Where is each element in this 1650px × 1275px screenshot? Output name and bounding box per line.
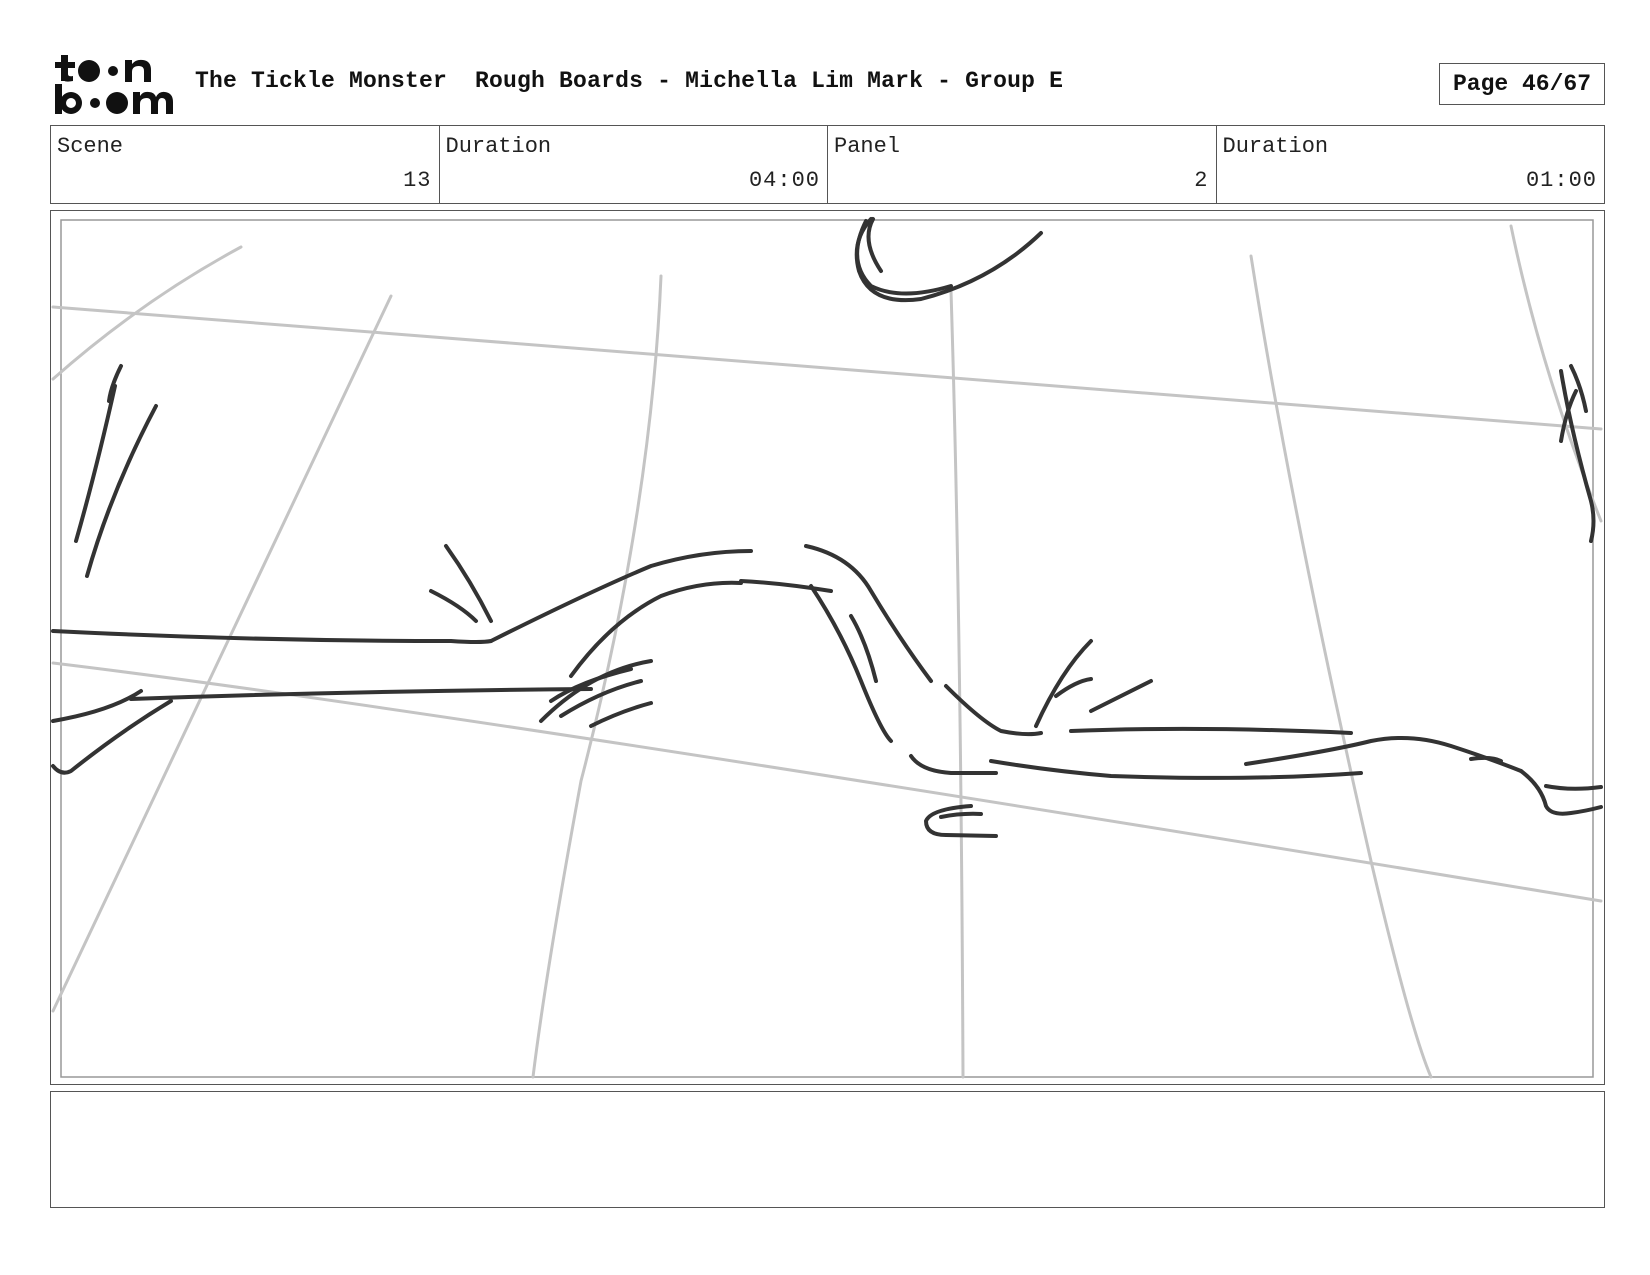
toon-boom-logo xyxy=(55,55,173,114)
scene-duration-cell: Duration 04:00 xyxy=(438,126,828,203)
panel-duration-label: Duration xyxy=(1222,134,1329,159)
panel-label: Panel xyxy=(834,134,901,159)
rough-sketch-lines xyxy=(51,217,1603,838)
panel-value: 2 xyxy=(1194,168,1209,193)
scene-duration-label: Duration xyxy=(445,134,552,159)
scene-duration-value: 04:00 xyxy=(748,168,820,193)
panel-duration-value: 01:00 xyxy=(1525,168,1597,193)
perspective-grid xyxy=(51,224,1603,1079)
panel-sketch xyxy=(51,217,1603,1079)
document-title: The Tickle Monster Rough Boards - Michel… xyxy=(195,68,1064,94)
safe-area-frame xyxy=(60,219,1594,1078)
storyboard-panel xyxy=(50,210,1605,1085)
scene-label: Scene xyxy=(57,134,124,159)
page-number: Page 46/67 xyxy=(1439,63,1605,105)
panel-cell: Panel 2 xyxy=(827,126,1216,203)
panel-notes-box xyxy=(50,1091,1605,1208)
scene-value: 13 xyxy=(403,168,432,193)
page-header: The Tickle Monster Rough Boards - Michel… xyxy=(50,52,1605,114)
scene-cell: Scene 13 xyxy=(51,126,439,203)
panel-duration-cell: Duration 01:00 xyxy=(1215,126,1605,203)
panel-info-row: Scene 13 Duration 04:00 Panel 2 Duration… xyxy=(50,125,1605,204)
